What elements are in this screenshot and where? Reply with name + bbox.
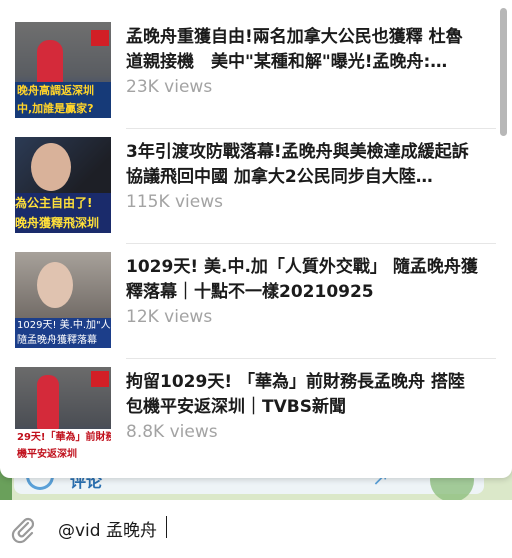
- thumbnail-caption: 29天!「華為」前財務長 機平安返深圳: [15, 429, 111, 463]
- thumbnail-caption: 1029天! 美.中.加"人 隨孟晚舟獲釋落幕: [15, 318, 111, 348]
- result-views: 115K views: [126, 192, 224, 212]
- result-views: 23K views: [126, 77, 213, 97]
- result-title: 拘留1029天! 「華為」前財務長孟晚舟 搭陸包機平安返深圳｜TVBS新聞: [126, 372, 465, 417]
- paperclip-icon[interactable]: [8, 514, 38, 544]
- result-title: 3年引渡攻防戰落幕!孟晚舟與美檢達成緩起訴協議飛回中國 加拿大2公民同步自大陸…: [126, 142, 469, 187]
- result-item-2[interactable]: 為公主自由了! 晚舟獲釋飛深圳 3年引渡攻防戰落幕!孟晚舟與美檢達成緩起訴協議飛…: [0, 127, 496, 242]
- result-thumbnail: 1029天! 美.中.加"人 隨孟晚舟獲釋落幕: [15, 252, 111, 348]
- result-item-4[interactable]: 29天!「華為」前財務長 機平安返深圳 拘留1029天! 「華為」前財務長孟晚舟…: [0, 357, 496, 472]
- results-scrollbar[interactable]: [500, 8, 507, 136]
- inline-bot-results-popup: 晚舟高調返深圳 中,加誰是贏家? 孟晚舟重獲自由!兩名加拿大公民也獲釋 杜魯道親…: [0, 0, 512, 478]
- result-item-1[interactable]: 晚舟高調返深圳 中,加誰是贏家? 孟晚舟重獲自由!兩名加拿大公民也獲釋 杜魯道親…: [0, 12, 496, 127]
- result-thumbnail: 為公主自由了! 晚舟獲釋飛深圳: [15, 137, 111, 233]
- result-item-3[interactable]: 1029天! 美.中.加"人 隨孟晚舟獲釋落幕 1029天! 美.中.加「人質外…: [0, 242, 496, 357]
- result-title: 1029天! 美.中.加「人質外交戰」 隨孟晚舟獲釋落幕｜十點不一樣202109…: [126, 257, 478, 302]
- result-thumbnail: 29天!「華為」前財務長 機平安返深圳: [15, 367, 111, 463]
- result-thumbnail: 晚舟高調返深圳 中,加誰是贏家?: [15, 22, 111, 118]
- message-composer: [0, 500, 512, 558]
- text-caret: [166, 516, 167, 538]
- result-views: 12K views: [126, 307, 213, 327]
- result-title: 孟晚舟重獲自由!兩名加拿大公民也獲釋 杜魯道親接機 美中"某種和解"曝光!孟晚舟…: [126, 27, 463, 72]
- result-views: 8.8K views: [126, 422, 218, 442]
- message-input[interactable]: [58, 514, 488, 542]
- thumbnail-caption: 為公主自由了! 晚舟獲釋飛深圳: [15, 193, 111, 233]
- thumbnail-caption: 晚舟高調返深圳 中,加誰是贏家?: [15, 82, 111, 118]
